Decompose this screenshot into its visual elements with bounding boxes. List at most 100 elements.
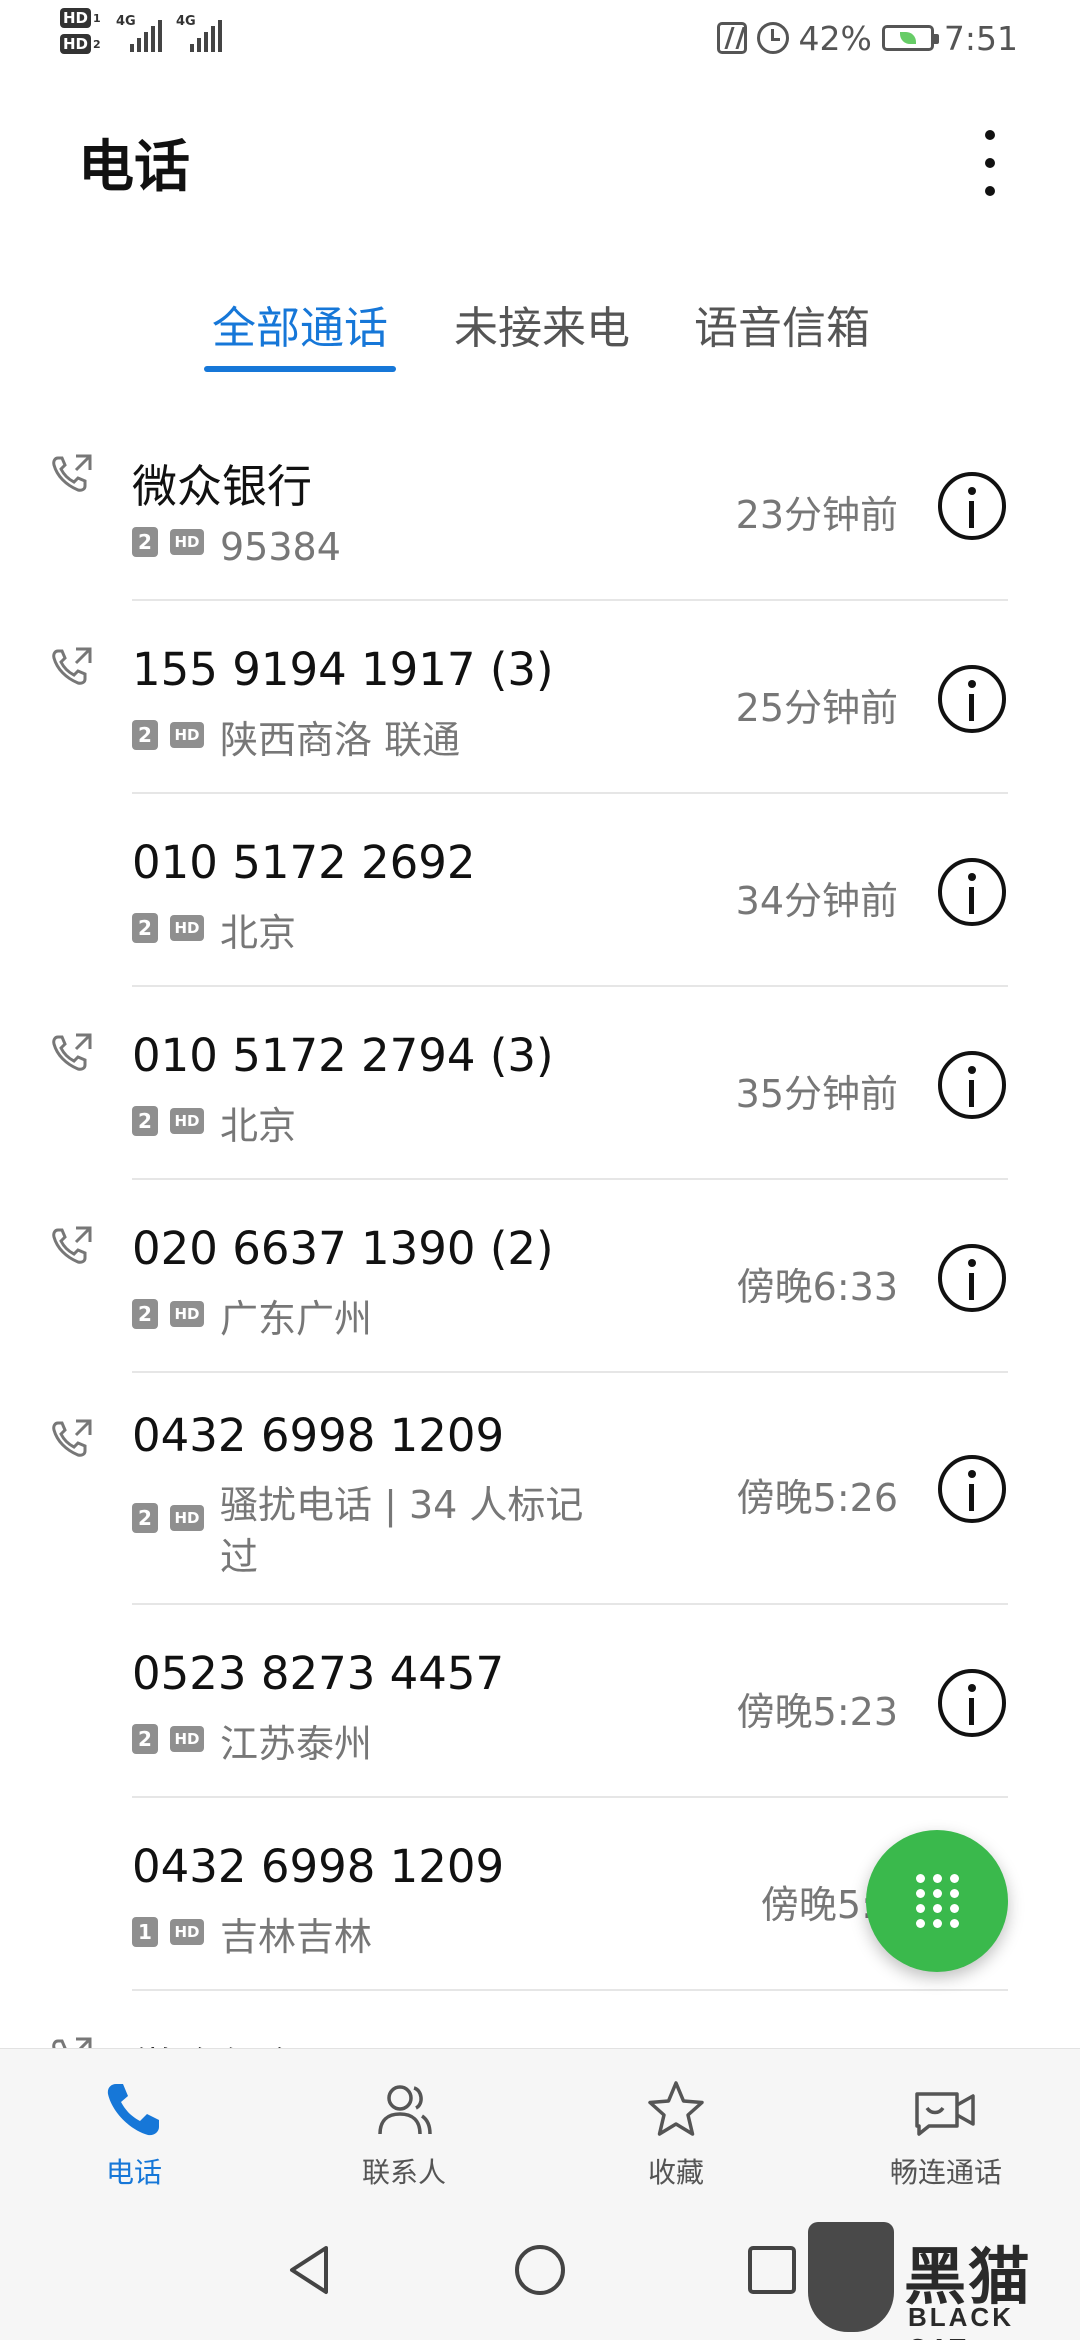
nav-phone[interactable]: 电话 xyxy=(34,2075,234,2191)
outgoing-call-icon xyxy=(52,1226,92,1264)
tab-all-calls[interactable]: 全部通话 xyxy=(204,292,396,376)
caller-name: 微众银行 xyxy=(132,2033,312,2048)
outgoing-call-icon xyxy=(52,647,92,685)
call-time: 25分钟前 xyxy=(735,686,898,730)
call-details: 2 HD 95384 xyxy=(132,521,341,573)
power-saving-leaf-icon xyxy=(899,32,916,44)
page-title: 电话 xyxy=(78,135,190,200)
bottom-navigation: 电话 联系人 收藏 畅连通话 xyxy=(0,2048,1080,2198)
hd-sim1-icon: HD 1 xyxy=(60,8,106,28)
call-log-list: 微众银行 2 HD 95384 23分钟前 155 9194 1917 (3) … xyxy=(0,408,1080,2048)
call-time: 34分钟前 xyxy=(735,879,898,923)
call-log-row[interactable]: 0523 8273 4457 2 HD 江苏泰州 傍晚5:23 xyxy=(0,1605,1080,1798)
hd-badge: HD xyxy=(170,1505,204,1531)
phone-icon xyxy=(107,2084,159,2136)
battery-percent: 42% xyxy=(798,18,872,58)
call-info-button[interactable] xyxy=(938,1244,1006,1312)
hd-badge: HD xyxy=(170,722,204,748)
home-icon[interactable] xyxy=(512,2242,568,2298)
nav-favorites[interactable]: 收藏 xyxy=(576,2075,776,2191)
caller-location: 骚扰电话 | 34 人标记过 xyxy=(220,1483,584,1579)
call-log-row[interactable]: 010 5172 2794 (3) 2 HD 北京 35分钟前 xyxy=(0,987,1080,1180)
sim-badge: 2 xyxy=(132,720,158,750)
caller-location: 北京 xyxy=(220,911,297,955)
recents-icon[interactable] xyxy=(744,2242,800,2298)
caller-location: 95384 xyxy=(220,525,341,569)
caller-location: 北京 xyxy=(220,1104,297,1148)
nav-meetime[interactable]: 畅连通话 xyxy=(846,2075,1046,2191)
call-details: 1 HD 吉林吉林 xyxy=(132,1911,372,1963)
call-details: 2 HD 北京 xyxy=(132,1100,296,1152)
status-bar: HD 1 HD 2 4G 4G 42% 7:51 xyxy=(0,0,1080,76)
status-right-group: 42% 7:51 xyxy=(716,14,1018,62)
tab-missed-calls[interactable]: 未接来电 xyxy=(446,292,638,376)
outgoing-call-icon xyxy=(52,1419,92,1457)
battery-icon xyxy=(881,25,939,51)
sim-badge: 2 xyxy=(132,913,158,943)
call-log-row[interactable]: 155 9194 1917 (3) 2 HD 陕西商洛 联通 25分钟前 xyxy=(0,601,1080,794)
call-info-button[interactable] xyxy=(938,1669,1006,1737)
sim-badge: 2 xyxy=(132,1503,158,1533)
caller-location: 江苏泰州 xyxy=(220,1722,373,1766)
volte-indicators: HD 1 HD 2 xyxy=(60,8,106,60)
sim-badge: 2 xyxy=(132,1106,158,1136)
black-cat-watermark: 黑猫 BLACK CAT xyxy=(808,2222,1080,2340)
more-options-button[interactable] xyxy=(968,124,1012,202)
more-vert-icon xyxy=(985,130,995,140)
hd-badge: HD xyxy=(170,915,204,941)
caller-location: 广东广州 xyxy=(220,1297,373,1341)
call-details: 2 HD 骚扰电话 | 34 人标记过 xyxy=(132,1479,620,1583)
call-details: 2 HD 北京 xyxy=(132,907,296,959)
call-time: 傍晚6:33 xyxy=(736,1265,898,1309)
call-log-row[interactable]: 微众银行 xyxy=(0,1991,1080,2048)
sim-badge: 1 xyxy=(132,1917,158,1947)
call-time: 23分钟前 xyxy=(735,493,898,537)
call-time: 傍晚5:26 xyxy=(736,1476,898,1520)
call-filter-tabs: 全部通话 未接来电 语音信箱 xyxy=(0,292,1080,382)
nav-contacts[interactable]: 联系人 xyxy=(304,2075,504,2191)
outgoing-call-icon xyxy=(52,1033,92,1071)
call-log-row[interactable]: 020 6637 1390 (2) 2 HD 广东广州 傍晚6:33 xyxy=(0,1180,1080,1373)
contacts-icon xyxy=(378,2085,432,2135)
caller-name: 微众银行 xyxy=(132,460,313,513)
caller-name: 020 6637 1390 (2) xyxy=(132,1222,554,1275)
outgoing-call-icon xyxy=(52,2037,92,2048)
sim-badge: 2 xyxy=(132,1299,158,1329)
hd-badge: HD xyxy=(170,1919,204,1945)
caller-name: 0523 8273 4457 xyxy=(132,1647,505,1700)
clock: 7:51 xyxy=(943,18,1018,58)
hd-sim2-icon: HD 2 xyxy=(60,34,106,54)
tab-voicemail[interactable]: 语音信箱 xyxy=(686,292,878,376)
call-log-row[interactable]: 0432 6998 1209 2 HD 骚扰电话 | 34 人标记过 傍晚5:2… xyxy=(0,1373,1080,1605)
video-call-icon xyxy=(915,2092,975,2136)
sim-badge: 2 xyxy=(132,527,158,557)
call-info-button[interactable] xyxy=(938,472,1006,540)
hd-badge: HD xyxy=(170,1301,204,1327)
caller-name: 155 9194 1917 (3) xyxy=(132,643,554,696)
call-info-button[interactable] xyxy=(938,858,1006,926)
caller-name: 010 5172 2794 (3) xyxy=(132,1029,554,1082)
star-icon xyxy=(648,2081,704,2136)
call-info-button[interactable] xyxy=(938,665,1006,733)
call-info-button[interactable] xyxy=(938,1455,1006,1523)
caller-name: 0432 6998 1209 xyxy=(132,1840,505,1893)
back-icon[interactable] xyxy=(282,2242,338,2298)
cat-logo-icon xyxy=(808,2222,894,2332)
call-time: 傍晚5:23 xyxy=(736,1690,898,1734)
signal-sim1-icon: 4G xyxy=(116,14,162,52)
dialpad-icon xyxy=(932,1919,942,1928)
call-details: 2 HD 广东广州 xyxy=(132,1293,372,1345)
sim-badge: 2 xyxy=(132,1724,158,1754)
alarm-icon xyxy=(756,22,789,54)
call-details: 2 HD 陕西商洛 联通 xyxy=(132,714,460,766)
call-time: 35分钟前 xyxy=(735,1072,898,1116)
call-details: 2 HD 江苏泰州 xyxy=(132,1718,372,1770)
caller-name: 0432 6998 1209 xyxy=(132,1409,505,1462)
hd-badge: HD xyxy=(170,1108,204,1134)
dialpad-button[interactable] xyxy=(866,1830,1008,1972)
caller-location: 陕西商洛 联通 xyxy=(220,718,461,762)
call-info-button[interactable] xyxy=(938,1051,1006,1119)
call-log-row[interactable]: 010 5172 2692 2 HD 北京 34分钟前 xyxy=(0,794,1080,987)
call-log-row[interactable]: 微众银行 2 HD 95384 23分钟前 xyxy=(0,408,1080,601)
caller-location: 吉林吉林 xyxy=(220,1915,373,1959)
